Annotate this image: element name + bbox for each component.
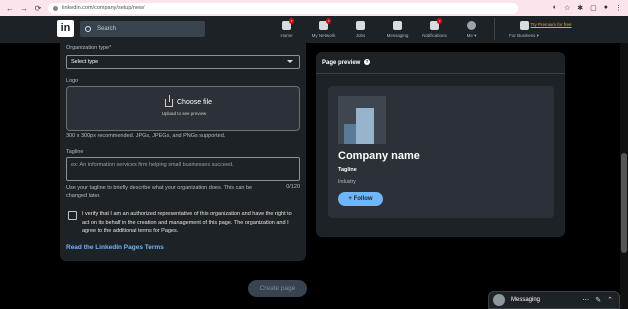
notification-badge: • (437, 18, 443, 24)
nav-divider (494, 18, 495, 40)
company-tagline: Tagline (338, 167, 357, 173)
compose-icon[interactable]: ✎ (595, 296, 601, 304)
nav-label: Messaging (386, 33, 409, 38)
create-page-button[interactable]: Create page (248, 280, 307, 297)
search-placeholder: Search (97, 26, 117, 32)
logo-upload[interactable]: Choose file Upload to see preview (66, 86, 300, 131)
company-setup-form: Organization type* Select type Logo Choo… (60, 43, 306, 261)
company-name: Company name (338, 150, 420, 162)
scrollbar-thumb[interactable] (621, 153, 627, 253)
reload-icon[interactable]: ⟳ (34, 4, 42, 13)
chevron-down-icon (287, 60, 293, 63)
nav-label: Me ▾ (466, 33, 477, 38)
tagline-help-text: Use your tagline to briefly describe wha… (66, 185, 253, 199)
verify-text: I verify that I am an authorized represe… (82, 211, 292, 234)
linkedin-logo[interactable]: in (57, 20, 74, 37)
messaging-bar[interactable]: Messaging ⋯ ✎ ⌃ (488, 291, 620, 309)
menu-dots-icon[interactable]: ⋮ (615, 4, 622, 12)
nav-messaging[interactable]: Messaging (379, 18, 416, 40)
tagline-counter: 0/120 (286, 184, 300, 190)
org-type-value: Select type (71, 59, 99, 65)
preview-card: Company name Tagline Industry + Follow (328, 86, 554, 218)
tab-icon[interactable]: ▢ (590, 4, 597, 12)
company-logo-placeholder (338, 96, 386, 144)
search-icon (85, 26, 91, 32)
linkedin-header: in Search Home • My Network • Jobs Messa… (0, 16, 628, 43)
chat-icon (393, 21, 402, 30)
upload-icon (165, 95, 173, 107)
nav-home[interactable]: Home • (268, 18, 305, 40)
verify-checkbox[interactable] (68, 211, 77, 220)
more-options-icon[interactable]: ⋯ (582, 296, 589, 304)
back-icon[interactable]: ← (6, 4, 14, 13)
lock-icon (53, 5, 58, 11)
avatar (493, 294, 505, 306)
bookmark-star-icon[interactable]: ☆ (564, 4, 570, 12)
messaging-label: Messaging (511, 297, 541, 303)
nav-label: Home (280, 33, 293, 38)
tagline-input[interactable]: ex: An information services firm helping… (66, 157, 300, 181)
preview-title: Page preview (322, 60, 361, 66)
extensions-icon[interactable]: ✱ (577, 4, 583, 12)
notification-badge: • (326, 18, 332, 24)
address-bar[interactable]: linkedin.com/company/setup/new/ (48, 2, 518, 14)
nav-label: Jobs (355, 33, 366, 38)
nav-me[interactable]: Me ▾ (453, 18, 490, 40)
briefcase-icon (356, 21, 365, 30)
nav-jobs[interactable]: Jobs (342, 18, 379, 40)
org-type-select[interactable]: Select type (66, 55, 300, 69)
follow-button[interactable]: + Follow (338, 192, 383, 206)
org-type-label: Organization type* (66, 45, 112, 51)
browser-toolbar: ← → ⟳ linkedin.com/company/setup/new/ ◐ … (0, 0, 628, 16)
preview-header: Page preview ? (316, 52, 565, 74)
page-scrollbar[interactable] (620, 43, 628, 309)
nav-label: For Business ▾ (509, 33, 539, 38)
logo-label: Logo (66, 78, 79, 84)
search-input[interactable]: Search (80, 21, 205, 37)
nav-label: My Network (311, 33, 336, 38)
nav-my-network[interactable]: My Network • (305, 18, 342, 40)
choose-file-button[interactable]: Choose file (177, 99, 212, 106)
profile-icon[interactable]: ● (604, 4, 608, 12)
avatar-icon (467, 21, 476, 30)
global-nav: Home • My Network • Jobs Messaging Notif… (268, 18, 549, 40)
tagline-placeholder: ex: An information services firm helping… (71, 162, 234, 168)
chevron-up-icon[interactable]: ⌃ (607, 296, 613, 304)
nav-label: Notifications (422, 33, 447, 38)
premium-link[interactable]: Try Premium for free (528, 22, 574, 28)
upload-hint: Upload to see preview (161, 111, 207, 116)
forward-icon[interactable]: → (20, 4, 28, 13)
nav-notifications[interactable]: Notifications • (416, 18, 453, 40)
logo-help-text: 300 x 300px recommended. JPGs, JPEGs, an… (66, 133, 226, 139)
browser-actions: ◐ ☆ ✱ ▢ ● ⋮ (553, 4, 622, 12)
pages-terms-link[interactable]: Read the LinkedIn Pages Terms (66, 244, 164, 251)
building-shape (356, 108, 374, 144)
company-industry: Industry (338, 179, 356, 185)
url-text: linkedin.com/company/setup/new/ (62, 5, 145, 11)
info-icon[interactable]: ? (364, 59, 371, 66)
building-shape (344, 124, 356, 144)
tagline-label: Tagline (66, 149, 84, 155)
page-preview-panel: Page preview ? Company name Tagline Indu… (316, 52, 565, 237)
notification-badge: • (289, 18, 295, 24)
share-icon[interactable]: ◐ (553, 4, 557, 12)
